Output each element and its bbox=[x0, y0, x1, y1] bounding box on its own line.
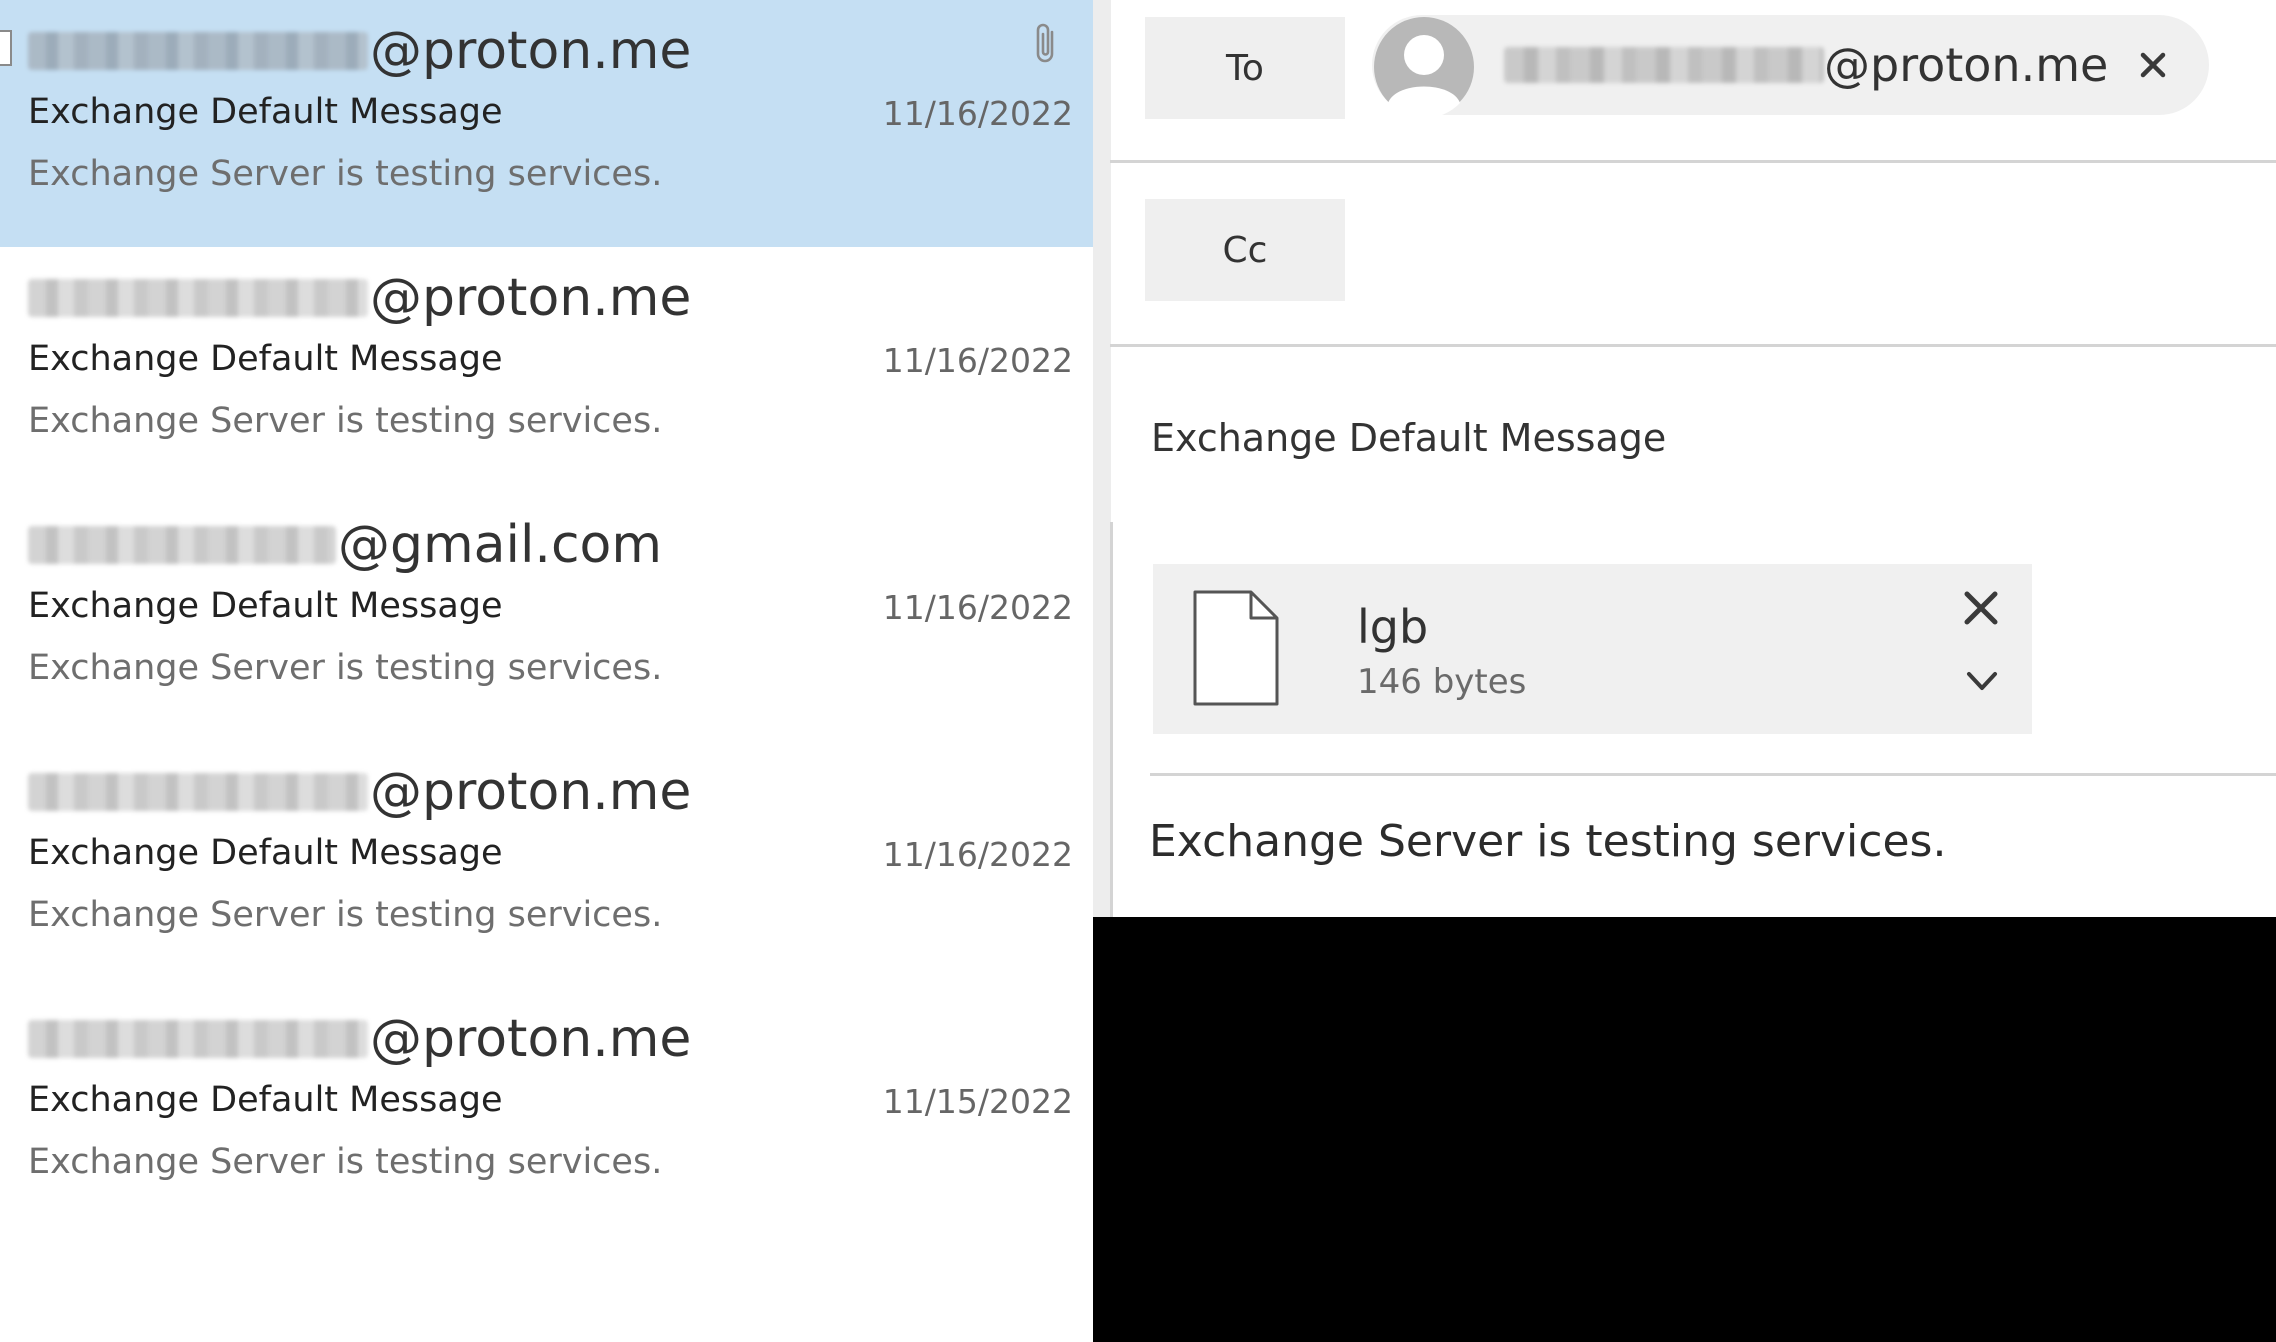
sender: @proton.me bbox=[28, 16, 691, 86]
redacted-sender-name bbox=[28, 773, 368, 811]
paperclip-icon bbox=[1036, 23, 1054, 63]
close-icon[interactable] bbox=[1957, 584, 2005, 632]
redacted-recipient-name bbox=[1504, 47, 1824, 83]
select-checkbox[interactable] bbox=[0, 30, 12, 66]
message-list-item[interactable]: @gmail.com Exchange Default Message 11/1… bbox=[0, 494, 1093, 741]
message-body-text[interactable]: Exchange Server is testing services. bbox=[1149, 816, 1946, 867]
chevron-down-icon[interactable] bbox=[1961, 664, 2003, 698]
to-button[interactable]: To bbox=[1145, 17, 1345, 119]
document-icon bbox=[1193, 590, 1279, 706]
message-preview: Exchange Server is testing services. bbox=[28, 1142, 663, 1182]
sender: @proton.me bbox=[28, 1004, 691, 1074]
message-preview: Exchange Server is testing services. bbox=[28, 895, 663, 935]
message-list: @proton.me Exchange Default Message 11/1… bbox=[0, 0, 1093, 1342]
message-subject: Exchange Default Message bbox=[28, 833, 503, 873]
message-preview: Exchange Server is testing services. bbox=[28, 648, 663, 688]
sender-domain: @proton.me bbox=[370, 1009, 692, 1069]
divider bbox=[1110, 160, 2276, 163]
divider bbox=[1110, 344, 2276, 347]
message-date: 11/15/2022 bbox=[882, 1082, 1073, 1121]
redacted-sender-name bbox=[28, 526, 336, 564]
message-list-item[interactable]: @proton.me Exchange Default Message 11/1… bbox=[0, 988, 1093, 1235]
message-subject: Exchange Default Message bbox=[28, 586, 503, 626]
attachment-card[interactable]: lgb 146 bytes bbox=[1153, 564, 2032, 734]
message-preview: Exchange Server is testing services. bbox=[28, 401, 663, 441]
message-date: 11/16/2022 bbox=[882, 588, 1073, 627]
divider bbox=[1150, 773, 2276, 776]
message-date: 11/16/2022 bbox=[882, 341, 1073, 380]
message-date: 11/16/2022 bbox=[882, 94, 1073, 133]
redacted-sender-name bbox=[28, 1020, 368, 1058]
recipient-pill[interactable]: @proton.me bbox=[1372, 15, 2209, 117]
redacted-sender-name bbox=[28, 279, 368, 317]
sender-domain: @proton.me bbox=[370, 21, 692, 81]
message-subject: Exchange Default Message bbox=[28, 339, 503, 379]
redacted-sender-name bbox=[28, 32, 368, 70]
sender-domain: @gmail.com bbox=[338, 515, 663, 575]
attachment-size: 146 bytes bbox=[1357, 662, 1527, 702]
cc-button[interactable]: Cc bbox=[1145, 199, 1345, 301]
message-date: 11/16/2022 bbox=[882, 835, 1073, 874]
message-list-item[interactable]: @proton.me Exchange Default Message 11/1… bbox=[0, 741, 1093, 988]
subject-field[interactable]: Exchange Default Message bbox=[1151, 416, 1666, 460]
sender-domain: @proton.me bbox=[370, 268, 692, 328]
recipient-address: @proton.me bbox=[1504, 37, 2108, 93]
message-subject: Exchange Default Message bbox=[28, 92, 503, 132]
message-list-item[interactable]: @proton.me Exchange Default Message 11/1… bbox=[0, 0, 1093, 247]
message-subject: Exchange Default Message bbox=[28, 1080, 503, 1120]
person-avatar-icon bbox=[1374, 17, 1474, 117]
sender: @gmail.com bbox=[28, 510, 662, 580]
message-preview: Exchange Server is testing services. bbox=[28, 154, 663, 194]
message-list-item[interactable]: @proton.me Exchange Default Message 11/1… bbox=[0, 247, 1093, 494]
sender: @proton.me bbox=[28, 263, 691, 333]
sender: @proton.me bbox=[28, 757, 691, 827]
redacted-area bbox=[1093, 917, 2276, 1342]
close-icon[interactable] bbox=[2129, 41, 2177, 89]
attachment-name: lgb bbox=[1357, 600, 1429, 654]
sender-domain: @proton.me bbox=[370, 762, 692, 822]
recipient-domain: @proton.me bbox=[1824, 38, 2109, 92]
